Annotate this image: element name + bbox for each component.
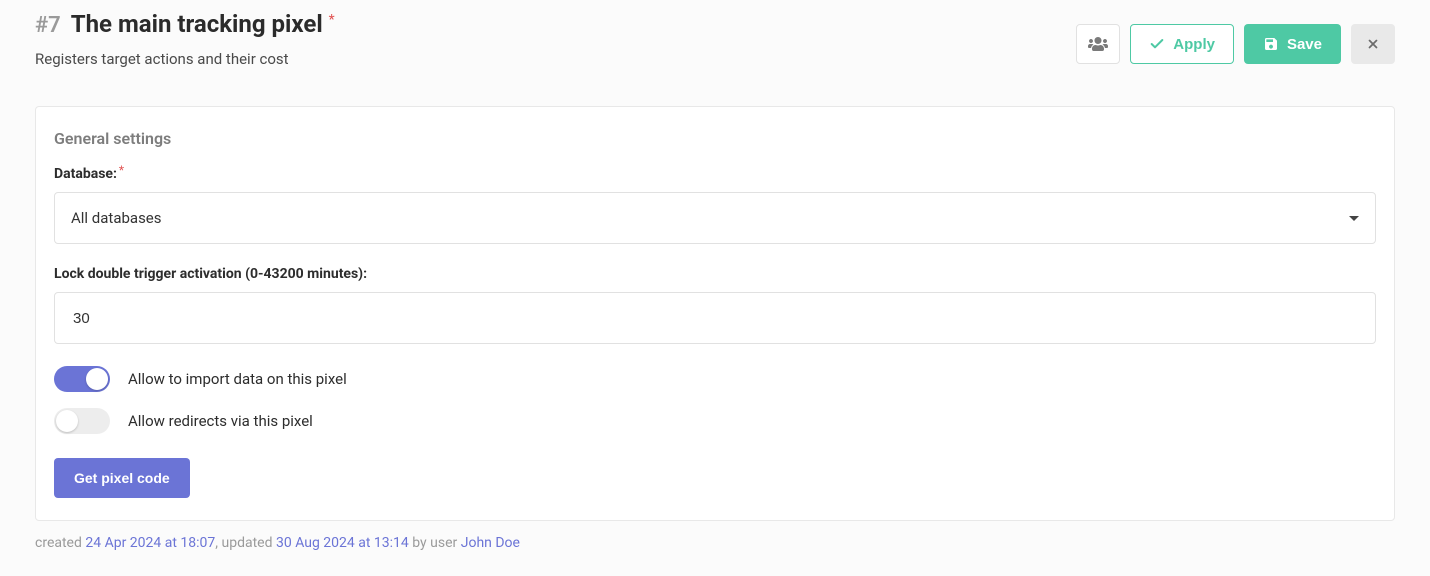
save-button[interactable]: Save (1244, 24, 1341, 64)
close-button[interactable] (1351, 24, 1395, 64)
caret-down-icon (1349, 216, 1359, 221)
by-user-label: by user (412, 535, 457, 551)
page-subtitle: Registers target actions and their cost (35, 50, 339, 68)
toggle-import-label: Allow to import data on this pixel (128, 370, 347, 388)
lock-input-wrapper (54, 292, 1376, 344)
toggle-redirect[interactable] (54, 408, 110, 434)
close-icon (1366, 37, 1380, 51)
users-icon (1088, 36, 1108, 52)
user-link[interactable]: John Doe (461, 535, 520, 551)
database-select[interactable]: All databases (54, 192, 1376, 244)
general-settings-panel: General settings Database:* All database… (35, 106, 1395, 521)
lock-label: Lock double trigger activation (0-43200 … (54, 266, 1376, 282)
created-at[interactable]: 24 Apr 2024 at 18:07 (85, 535, 215, 551)
database-label: Database:* (54, 166, 1376, 182)
database-value: All databases (71, 209, 162, 227)
apply-label: Apply (1173, 36, 1215, 53)
toggle-import[interactable] (54, 366, 110, 392)
panel-title: General settings (54, 129, 1376, 148)
required-star-icon: * (329, 12, 335, 28)
created-label: created (35, 535, 82, 551)
updated-at[interactable]: 30 Aug 2024 at 13:14 (276, 535, 409, 551)
apply-button[interactable]: Apply (1130, 24, 1234, 64)
page-title: The main tracking pixel (71, 10, 323, 38)
get-pixel-code-button[interactable]: Get pixel code (54, 458, 190, 498)
save-icon (1263, 36, 1279, 52)
record-id: #7 (35, 13, 61, 38)
toggle-redirect-label: Allow redirects via this pixel (128, 412, 313, 430)
updated-label: , updated (215, 535, 272, 551)
check-icon (1149, 36, 1165, 52)
footer-meta: created 24 Apr 2024 at 18:07, updated 30… (35, 535, 1395, 551)
users-button[interactable] (1076, 24, 1120, 64)
lock-input[interactable] (71, 309, 1359, 328)
save-label: Save (1287, 36, 1322, 53)
